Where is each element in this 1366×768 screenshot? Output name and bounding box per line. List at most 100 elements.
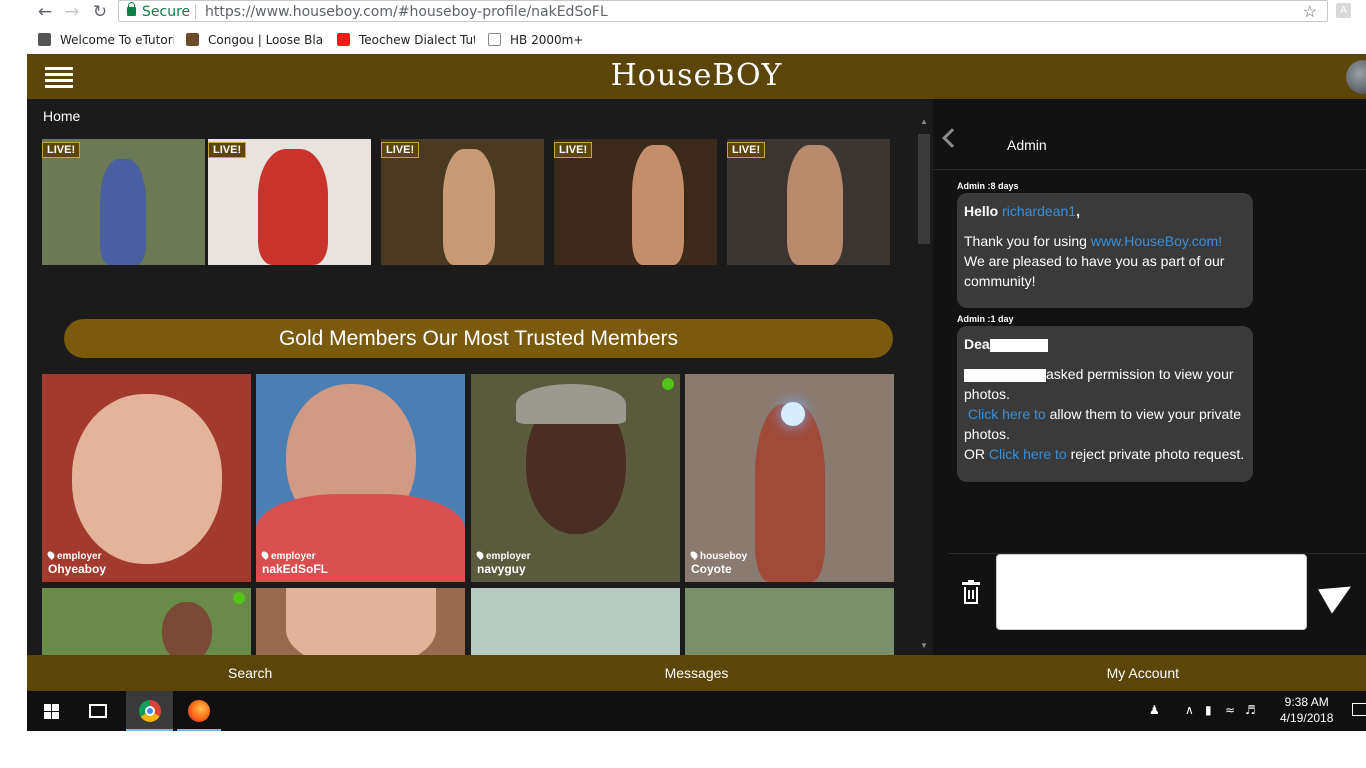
back-icon[interactable] bbox=[942, 128, 962, 148]
stream-thumbnail bbox=[632, 145, 684, 265]
live-stream-card[interactable]: LIVE! bbox=[42, 139, 205, 265]
message-text: We are pleased to have you as part of ou… bbox=[964, 253, 1225, 289]
chrome-icon bbox=[139, 700, 161, 722]
wifi-icon[interactable]: ≈ bbox=[1225, 703, 1235, 717]
member-card[interactable]: employer navyguy bbox=[471, 374, 680, 582]
nav-my-account[interactable]: My Account bbox=[920, 655, 1366, 691]
member-meta: employer nakEdSoFL bbox=[260, 550, 328, 576]
notification-icon[interactable] bbox=[1352, 703, 1366, 716]
member-role: employer bbox=[57, 551, 102, 562]
taskbar-firefox[interactable] bbox=[177, 691, 221, 731]
windows-start-icon[interactable] bbox=[44, 704, 59, 719]
gold-members-banner: Gold Members Our Most Trusted Members bbox=[64, 319, 893, 358]
member-card[interactable] bbox=[42, 588, 251, 655]
send-icon[interactable] bbox=[1318, 574, 1358, 614]
live-stream-card[interactable]: LIVE! bbox=[727, 139, 890, 265]
allow-link[interactable]: Click here to bbox=[968, 406, 1046, 422]
chat-panel: Admin Admin :8 days Hello richardean1, T… bbox=[933, 99, 1366, 655]
app-header: HouseBOY bbox=[27, 54, 1366, 99]
taskbar-clock[interactable]: 9:38 AM 4/19/2018 bbox=[1280, 694, 1333, 726]
clock-date: 4/19/2018 bbox=[1280, 711, 1334, 725]
member-card[interactable] bbox=[471, 588, 680, 655]
greeting: Dea bbox=[964, 336, 990, 352]
member-name[interactable]: nakEdSoFL bbox=[262, 562, 328, 576]
online-indicator bbox=[233, 592, 245, 604]
member-card[interactable]: houseboy Coyote bbox=[685, 374, 894, 582]
scroll-up-icon[interactable]: ▲ bbox=[918, 117, 930, 129]
bookmark-congou[interactable]: Congou | Loose Black bbox=[186, 32, 324, 48]
chat-header: Admin bbox=[933, 99, 1366, 170]
youtube-icon bbox=[337, 33, 350, 46]
bookmark-label: Teochew Dialect Tuto bbox=[359, 33, 475, 47]
message-body: Thank you for using www.HouseBoy.com! We… bbox=[964, 231, 1246, 291]
bookmark-teochew[interactable]: Teochew Dialect Tuto bbox=[337, 32, 475, 48]
live-stream-card[interactable]: LIVE! bbox=[208, 139, 371, 265]
member-card[interactable] bbox=[685, 588, 894, 655]
nav-messages[interactable]: Messages bbox=[473, 655, 919, 691]
message-body: asked permission to view your photos. bbox=[964, 364, 1246, 404]
main-content: Home LIVE! LIVE! LIVE! LIVE! LIVE! Gold … bbox=[27, 99, 933, 655]
breadcrumb[interactable]: Home bbox=[43, 108, 80, 124]
stream-thumbnail bbox=[258, 149, 328, 265]
volume-icon[interactable]: ♬ bbox=[1245, 703, 1256, 717]
location-icon bbox=[46, 550, 56, 560]
live-stream-card[interactable]: LIVE! bbox=[381, 139, 544, 265]
member-role: employer bbox=[486, 551, 531, 562]
back-arrow-icon[interactable]: ← bbox=[35, 2, 55, 22]
bookmark-etutoring[interactable]: Welcome To eTutorin bbox=[38, 32, 174, 48]
url-text[interactable]: https://www.houseboy.com/#houseboy-profi… bbox=[205, 4, 608, 20]
member-role: employer bbox=[271, 551, 316, 562]
member-card[interactable]: employer Ohyeaboy bbox=[42, 374, 251, 582]
message-bubble: Hello richardean1, Thank you for using w… bbox=[957, 193, 1253, 308]
people-icon[interactable]: ♟ bbox=[1149, 703, 1160, 717]
secure-indicator[interactable]: Secure bbox=[127, 2, 190, 20]
bookmark-hb2000[interactable]: HB 2000m+ bbox=[488, 32, 588, 48]
live-badge: LIVE! bbox=[381, 142, 420, 158]
forward-arrow-icon[interactable]: → bbox=[62, 2, 82, 22]
bookmarks-bar: Welcome To eTutorin Congou | Loose Black… bbox=[0, 27, 1366, 52]
camera-flash bbox=[781, 402, 805, 426]
live-stream-card[interactable]: LIVE! bbox=[554, 139, 717, 265]
redaction bbox=[964, 368, 1046, 382]
reload-icon[interactable]: ↻ bbox=[90, 2, 110, 22]
online-indicator bbox=[662, 378, 674, 390]
message-input[interactable] bbox=[996, 554, 1307, 630]
location-icon bbox=[475, 550, 485, 560]
location-icon bbox=[689, 550, 699, 560]
member-card[interactable]: employer nakEdSoFL bbox=[256, 374, 465, 582]
reject-link[interactable]: Click here to bbox=[989, 446, 1067, 462]
nav-search[interactable]: Search bbox=[27, 655, 473, 691]
battery-icon[interactable]: ▮ bbox=[1205, 703, 1212, 717]
redaction bbox=[989, 338, 1048, 352]
chat-title: Admin bbox=[1007, 137, 1047, 153]
member-name[interactable]: navyguy bbox=[477, 562, 530, 576]
trash-icon[interactable] bbox=[962, 580, 980, 604]
star-icon[interactable]: ☆ bbox=[1303, 2, 1317, 22]
scroll-down-icon[interactable]: ▼ bbox=[918, 641, 930, 653]
stream-thumbnail bbox=[100, 159, 146, 265]
member-name[interactable]: Ohyeaboy bbox=[48, 562, 106, 576]
member-photo bbox=[72, 394, 222, 564]
message-text: OR bbox=[964, 446, 985, 462]
message-body: Click here to allow them to view your pr… bbox=[964, 404, 1246, 444]
extension-icon[interactable]: A bbox=[1336, 3, 1351, 18]
username-link[interactable]: richardean1 bbox=[1002, 203, 1076, 219]
live-badge: LIVE! bbox=[554, 142, 593, 158]
address-bar[interactable]: Secure https://www.houseboy.com/#housebo… bbox=[118, 0, 1328, 22]
task-view-icon[interactable] bbox=[89, 704, 107, 718]
chevron-up-icon[interactable]: ∧ bbox=[1185, 703, 1194, 717]
stream-thumbnail bbox=[787, 145, 843, 265]
scroll-thumb[interactable] bbox=[918, 134, 930, 244]
member-card[interactable] bbox=[256, 588, 465, 655]
taskbar-chrome[interactable] bbox=[126, 691, 173, 731]
houseboy-link[interactable]: www.HouseBoy.com! bbox=[1091, 233, 1222, 249]
member-cap bbox=[516, 384, 626, 424]
browser-toolbar: ← → ↻ Secure https://www.houseboy.com/#h… bbox=[0, 0, 1366, 26]
houseboy-app: HouseBOY Home LIVE! LIVE! LIVE! LIVE! LI… bbox=[27, 54, 1366, 691]
clock-time: 9:38 AM bbox=[1284, 695, 1329, 709]
member-role: houseboy bbox=[700, 551, 748, 562]
content-scrollbar[interactable]: ▲ ▼ bbox=[915, 115, 933, 655]
brand-logo[interactable]: HouseBOY bbox=[27, 58, 1366, 93]
member-name[interactable]: Coyote bbox=[691, 562, 747, 576]
member-meta: houseboy Coyote bbox=[689, 550, 748, 576]
